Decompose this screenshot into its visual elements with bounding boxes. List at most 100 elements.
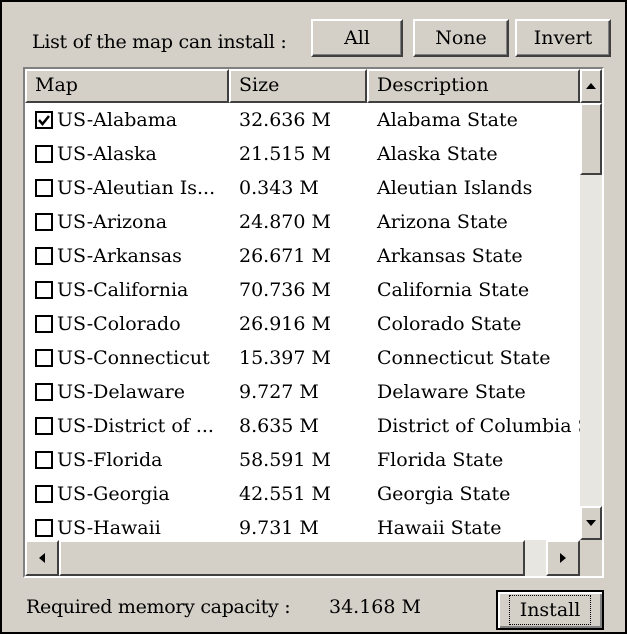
map-size: 24.870 M (239, 211, 331, 233)
map-checkbox[interactable] (35, 145, 53, 163)
map-list-label: List of the map can install : (32, 31, 287, 53)
map-name: US-District of ... (57, 415, 214, 437)
map-size: 70.736 M (239, 279, 331, 301)
map-size: 58.591 M (239, 449, 331, 471)
check-mark-icon (38, 114, 50, 126)
map-name: US-Arizona (57, 211, 168, 233)
map-name: US-Colorado (57, 313, 181, 335)
triangle-right-icon (560, 553, 566, 563)
map-cell: US-Aleutian Is... (25, 177, 229, 199)
horizontal-scrollbar[interactable] (25, 540, 580, 576)
map-cell: US-Connecticut (25, 347, 229, 369)
map-description: Aleutian Islands (377, 177, 533, 199)
scroll-right-button[interactable] (546, 540, 580, 576)
map-name: US-Alabama (57, 109, 178, 131)
table-row[interactable]: US-District of ... 8.635 M District of Col… (25, 409, 580, 443)
map-description: Alaska State (377, 143, 498, 165)
map-description: California State (377, 279, 530, 301)
column-header-map[interactable]: Map (25, 69, 229, 103)
map-size: 9.731 M (239, 517, 319, 539)
invert-selection-button[interactable]: Invert (515, 19, 611, 57)
map-size: 26.916 M (239, 313, 331, 335)
table-row[interactable]: US-Arizona 24.870 M Arizona State (25, 205, 580, 239)
map-description: Arkansas State (377, 245, 523, 267)
map-cell: US-Hawaii (25, 517, 229, 539)
scroll-up-button[interactable] (580, 69, 602, 103)
map-cell: US-Arkansas (25, 245, 229, 267)
table-row[interactable]: US-Aleutian Is... 0.343 M Aleutian Islands (25, 171, 580, 205)
triangle-down-icon (586, 520, 596, 526)
table-row[interactable]: US-Alabama 32.636 M Alabama State (25, 103, 580, 137)
scrollbar-corner (580, 540, 602, 576)
map-description: Hawaii State (377, 517, 502, 539)
map-cell: US-Alabama (25, 109, 229, 131)
map-cell: US-Alaska (25, 143, 229, 165)
map-size: 42.551 M (239, 483, 331, 505)
map-cell: US-Georgia (25, 483, 229, 505)
scroll-left-button[interactable] (25, 540, 59, 576)
map-checkbox[interactable] (35, 281, 53, 299)
map-install-dialog: List of the map can install : All None I… (0, 0, 627, 634)
table-row[interactable]: US-California 70.736 M California State (25, 273, 580, 307)
map-description: Delaware State (377, 381, 526, 403)
map-name: US-Delaware (57, 381, 185, 403)
list-rows: US-Alabama 32.636 M Alabama State US-Alaska… (25, 103, 580, 540)
map-checkbox[interactable] (35, 349, 53, 367)
map-list-view[interactable]: Map Size Description US-Alabama 32.636 M A… (23, 67, 604, 578)
map-description: District of Columbia Sta (377, 415, 580, 437)
table-row[interactable]: US-Arkansas 26.671 M Arkansas State (25, 239, 580, 273)
map-checkbox[interactable] (35, 315, 53, 333)
triangle-up-icon (586, 83, 596, 89)
map-checkbox[interactable] (35, 111, 53, 129)
table-row[interactable]: US-Florida 58.591 M Florida State (25, 443, 580, 477)
map-name: US-Hawaii (57, 517, 161, 539)
map-name: US-Georgia (57, 483, 170, 505)
map-checkbox[interactable] (35, 383, 53, 401)
map-cell: US-District of ... (25, 415, 229, 437)
vertical-scroll-thumb[interactable] (580, 103, 602, 175)
horizontal-scroll-thumb[interactable] (59, 540, 525, 576)
select-all-button[interactable]: All (311, 19, 403, 57)
select-none-button[interactable]: None (413, 19, 509, 57)
map-name: US-Aleutian Is... (57, 177, 216, 199)
map-size: 0.343 M (239, 177, 319, 199)
map-checkbox[interactable] (35, 417, 53, 435)
map-checkbox[interactable] (35, 485, 53, 503)
install-button-label: Install (508, 595, 592, 625)
table-row[interactable]: US-Colorado 26.916 M Colorado State (25, 307, 580, 341)
map-cell: US-California (25, 279, 229, 301)
table-row[interactable]: US-Delaware 9.727 M Delaware State (25, 375, 580, 409)
list-header: Map Size Description (25, 69, 580, 103)
table-row[interactable]: US-Hawaii 9.731 M Hawaii State (25, 511, 580, 540)
map-description: Connecticut State (377, 347, 551, 369)
map-checkbox[interactable] (35, 179, 53, 197)
table-row[interactable]: US-Connecticut 15.397 M Connecticut State (25, 341, 580, 375)
map-checkbox[interactable] (35, 451, 53, 469)
map-size: 26.671 M (239, 245, 331, 267)
map-name: US-Connecticut (57, 347, 210, 369)
table-row[interactable]: US-Alaska 21.515 M Alaska State (25, 137, 580, 171)
map-name: US-Arkansas (57, 245, 182, 267)
required-memory-value: 34.168 M (329, 596, 421, 618)
map-name: US-Florida (57, 449, 163, 471)
map-checkbox[interactable] (35, 247, 53, 265)
map-size: 8.635 M (239, 415, 319, 437)
map-description: Alabama State (377, 109, 518, 131)
column-header-description[interactable]: Description (367, 69, 580, 103)
map-cell: US-Arizona (25, 211, 229, 233)
map-description: Arizona State (377, 211, 508, 233)
map-description: Colorado State (377, 313, 522, 335)
map-cell: US-Florida (25, 449, 229, 471)
map-size: 21.515 M (239, 143, 331, 165)
table-row[interactable]: US-Georgia 42.551 M Georgia State (25, 477, 580, 511)
map-cell: US-Colorado (25, 313, 229, 335)
scroll-down-button[interactable] (580, 506, 602, 540)
map-cell: US-Delaware (25, 381, 229, 403)
column-header-size[interactable]: Size (229, 69, 367, 103)
install-button[interactable]: Install (496, 590, 604, 630)
map-checkbox[interactable] (35, 519, 53, 537)
map-checkbox[interactable] (35, 213, 53, 231)
vertical-scrollbar[interactable] (580, 69, 602, 540)
triangle-left-icon (39, 553, 45, 563)
map-name: US-Alaska (57, 143, 157, 165)
